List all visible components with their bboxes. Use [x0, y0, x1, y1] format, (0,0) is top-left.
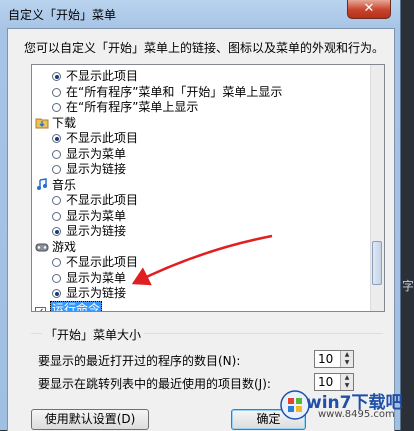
- list-category: 游戏: [35, 240, 76, 255]
- list-option-radio[interactable]: 显示为链接: [52, 286, 126, 301]
- list-option-radio[interactable]: 显示为菜单: [52, 209, 126, 224]
- list-scrollbar[interactable]: [370, 65, 384, 311]
- list-option-radio[interactable]: 在“所有程序”菜单和「开始」菜单上显示: [52, 85, 282, 100]
- list-option-label[interactable]: 显示为菜单: [66, 147, 126, 161]
- close-button[interactable]: ✕: [347, 0, 391, 19]
- start-menu-options-list[interactable]: 不显示此项目 在“所有程序”菜单和「开始」菜单上显示 在“所有程序”菜单上显示 下载不…: [31, 64, 385, 312]
- list-option-radio[interactable]: 显示为菜单: [52, 271, 126, 286]
- download-folder-icon: [35, 116, 49, 129]
- list-option-radio[interactable]: 显示为链接: [52, 224, 126, 239]
- list-option-label[interactable]: 不显示此项目: [66, 193, 138, 207]
- window-title: 自定义「开始」菜单: [8, 8, 117, 22]
- use-defaults-button[interactable]: 使用默认设置(D): [31, 409, 149, 430]
- radio-unchecked-icon[interactable]: [52, 87, 61, 97]
- radio-unchecked-icon[interactable]: [52, 165, 61, 174]
- list-option-radio[interactable]: 显示为菜单: [52, 147, 126, 162]
- dialog-description: 您可以自定义「开始」菜单上的链接、图标以及菜单的外观和行为。: [24, 41, 385, 55]
- list-option-label[interactable]: 不显示此项目: [66, 131, 138, 145]
- list-option-label[interactable]: 不显示此项目: [66, 255, 138, 269]
- dialog-window: 自定义「开始」菜单 ✕ 您可以自定义「开始」菜单上的链接、图标以及菜单的外观和行…: [0, 0, 401, 431]
- radio-checked-icon[interactable]: [52, 227, 61, 236]
- radio-checked-icon[interactable]: [52, 134, 61, 143]
- radio-unchecked-icon[interactable]: [52, 211, 61, 221]
- list-option-label: 下载: [52, 115, 77, 130]
- list-option-radio[interactable]: 不显示此项目: [52, 69, 138, 84]
- radio-checked-icon[interactable]: [52, 72, 61, 81]
- list-option-label[interactable]: 在“所有程序”菜单和「开始」菜单上显示: [66, 85, 282, 99]
- list-category: 音乐: [35, 178, 76, 193]
- list-option-label[interactable]: 显示为菜单: [66, 271, 126, 285]
- scrollbar-thumb[interactable]: [372, 241, 382, 285]
- list-option-label[interactable]: 在“所有程序”菜单上显示: [66, 100, 198, 114]
- list-option-label: 游戏: [52, 239, 77, 254]
- list-option-label[interactable]: 运行命令: [50, 300, 103, 311]
- recent-programs-label: 要显示的最近打开过的程序的数目(N):: [38, 354, 241, 368]
- list-category: 下载: [35, 116, 76, 131]
- list-option-radio[interactable]: 显示为链接: [52, 162, 126, 177]
- background-text: 字: [402, 279, 414, 293]
- checkbox-checked-icon[interactable]: ✓: [35, 306, 46, 311]
- radio-unchecked-icon[interactable]: [52, 196, 61, 205]
- watermark-url: www.8495.com: [318, 409, 395, 420]
- radio-unchecked-icon[interactable]: [52, 149, 61, 159]
- list-option-radio[interactable]: 不显示此项目: [52, 193, 138, 208]
- recent-programs-value[interactable]: 10: [318, 352, 333, 366]
- jumplist-items-label: 要显示在跳转列表中的最近使用的项目数(J):: [38, 377, 271, 391]
- list-option-label[interactable]: 不显示此项目: [66, 69, 138, 83]
- title-bar: 自定义「开始」菜单 ✕: [0, 0, 400, 28]
- list-option-label[interactable]: 显示为链接: [66, 286, 126, 300]
- radio-unchecked-icon[interactable]: [52, 273, 61, 283]
- site-watermark: win7下载吧 www.8495.com: [276, 385, 404, 425]
- games-icon: [35, 240, 49, 253]
- list-option-checkbox[interactable]: ✓ 运行命令: [35, 300, 103, 311]
- list-option-label[interactable]: 显示为链接: [66, 224, 126, 238]
- list-option-radio[interactable]: 不显示此项目: [52, 255, 138, 270]
- list-option-radio[interactable]: 不显示此项目: [52, 131, 138, 146]
- list-option-radio[interactable]: 在“所有程序”菜单上显示: [52, 100, 198, 115]
- size-group-title: 「开始」菜单大小: [42, 326, 145, 343]
- stepper-arrows-icon[interactable]: ▲ ▼: [340, 351, 353, 367]
- list-option-label[interactable]: 显示为菜单: [66, 209, 126, 223]
- list-option-label[interactable]: 显示为链接: [66, 162, 126, 176]
- radio-checked-icon[interactable]: [52, 289, 61, 298]
- radio-unchecked-icon[interactable]: [52, 258, 61, 267]
- radio-unchecked-icon[interactable]: [52, 103, 61, 112]
- list-option-label: 音乐: [52, 177, 77, 192]
- recent-programs-stepper[interactable]: 10 ▲ ▼: [314, 350, 354, 368]
- music-note-icon: [35, 177, 49, 191]
